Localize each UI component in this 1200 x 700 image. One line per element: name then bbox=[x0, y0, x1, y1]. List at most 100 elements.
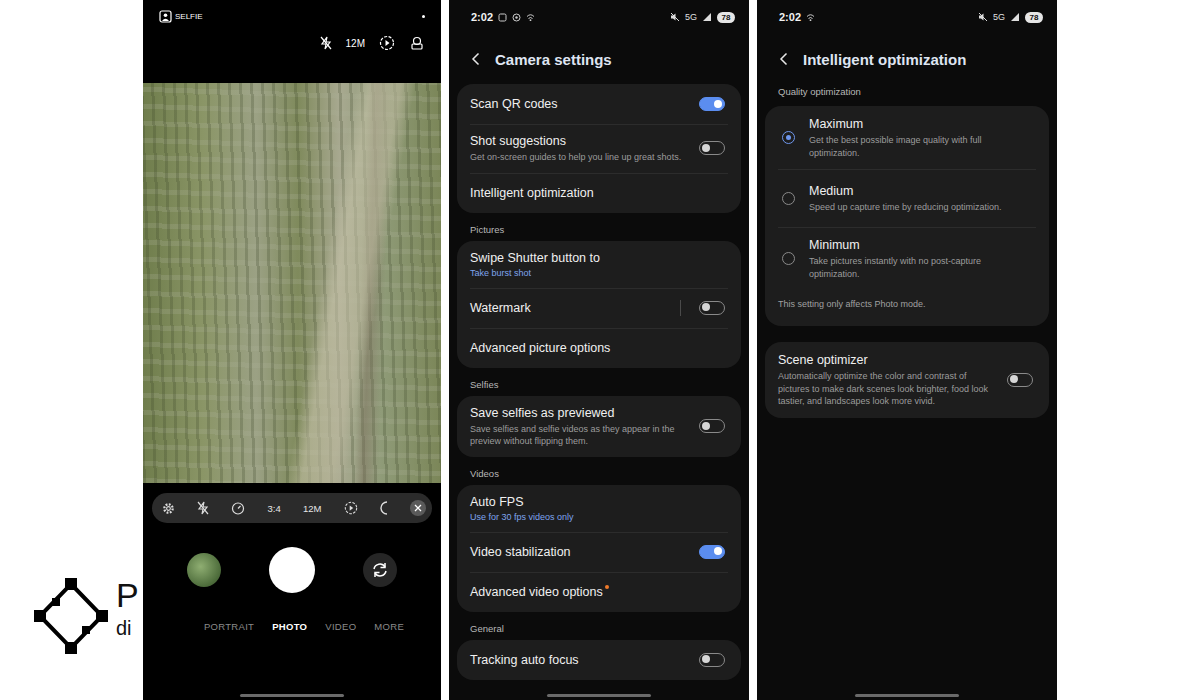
settings-row[interactable]: Advanced picture options bbox=[457, 328, 741, 368]
toggle-switch[interactable] bbox=[1007, 373, 1033, 387]
clock: 2:02 bbox=[471, 11, 493, 23]
quick-setting-button[interactable]: 12M bbox=[303, 503, 321, 514]
option-description: Get the best possible image quality with… bbox=[809, 134, 1033, 159]
radio-button[interactable] bbox=[782, 192, 795, 205]
settings-card: Swipe Shutter button toTake burst shot Wa… bbox=[457, 241, 741, 368]
camera-screen: SELFIE 12M 3:4 12M PORTRAIT PHOTO VIDEO MORE bbox=[143, 0, 441, 700]
settings-row[interactable]: Intelligent optimization bbox=[457, 173, 741, 213]
setting-label: Auto FPS bbox=[470, 494, 725, 510]
setting-label: Watermark bbox=[470, 300, 672, 316]
settings-row[interactable]: Tracking auto focus bbox=[457, 640, 741, 680]
shutter-button[interactable] bbox=[269, 547, 315, 593]
mute-icon bbox=[978, 12, 988, 22]
notification-icon bbox=[498, 13, 507, 22]
close-icon bbox=[414, 504, 422, 512]
setting-label: Advanced video options bbox=[470, 584, 725, 600]
settings-row[interactable]: Advanced video options bbox=[457, 572, 741, 612]
toggle-switch[interactable] bbox=[699, 301, 725, 315]
quality-option[interactable]: MinimumTake pictures instantly with no p… bbox=[765, 227, 1049, 290]
status-bar: 2:02 5G 78 bbox=[449, 0, 749, 34]
camera-top-bar: SELFIE 12M bbox=[143, 0, 441, 83]
home-indicator bbox=[855, 694, 959, 697]
settings-row[interactable]: Video stabilization bbox=[457, 532, 741, 572]
quality-card: MaximumGet the best possible image quali… bbox=[765, 106, 1049, 326]
page-title: Camera settings bbox=[495, 51, 612, 68]
network-type: 5G bbox=[685, 12, 697, 22]
status-bar: 2:025G78 bbox=[757, 0, 1057, 34]
back-arrow-icon[interactable] bbox=[779, 52, 789, 66]
setting-value: Use for 30 fps videos only bbox=[470, 511, 725, 523]
setting-description: Save selfies and selfie videos as they a… bbox=[470, 423, 691, 448]
option-description: Speed up capture time by reducing optimi… bbox=[809, 201, 1033, 214]
quality-option[interactable]: MediumSpeed up capture time by reducing … bbox=[765, 169, 1049, 227]
notification-icon bbox=[512, 13, 521, 22]
mode-tab[interactable]: PHOTO bbox=[272, 621, 307, 632]
section-heading: Quality optimization bbox=[757, 84, 1057, 106]
settings-group: Scan QR codes Shot suggestionsGet on-scre… bbox=[449, 84, 749, 213]
battery-level: 78 bbox=[717, 12, 735, 23]
settings-row[interactable]: Shot suggestionsGet on-screen guides to … bbox=[457, 124, 741, 173]
settings-row[interactable]: Scene optimizerAutomatically optimize th… bbox=[765, 342, 1049, 418]
intelligent-optimization-screen: 2:025G78Intelligent optimizationQuality … bbox=[757, 0, 1057, 700]
section-heading: Pictures bbox=[449, 213, 749, 241]
radio-button[interactable] bbox=[782, 131, 795, 144]
flash-off-icon[interactable] bbox=[197, 501, 209, 515]
mode-tab[interactable]: MORE bbox=[374, 621, 404, 632]
settings-card: Save selfies as previewed Save selfies an… bbox=[457, 396, 741, 457]
note-text: This setting only affects Photo mode. bbox=[765, 290, 1049, 326]
divider bbox=[680, 300, 681, 316]
page: Pdi SELFIE 12M 3:4 12M PORTRAIT PHOTO VIDEO MORE… bbox=[0, 0, 1200, 700]
page-header: Intelligent optimization bbox=[757, 34, 1057, 84]
camera-settings-screen: 2:02 5G 78 Camera settings Scan QR codes Shot… bbox=[449, 0, 749, 700]
motion-photo-icon[interactable] bbox=[379, 35, 395, 51]
page-header: Camera settings bbox=[449, 34, 749, 84]
close-button[interactable] bbox=[410, 500, 426, 516]
filter-icon[interactable] bbox=[409, 35, 425, 51]
section-heading: Selfies bbox=[449, 368, 749, 396]
settings-row[interactable]: Scan QR codes bbox=[457, 84, 741, 124]
setting-label: Tracking auto focus bbox=[470, 652, 691, 668]
signal-icon bbox=[702, 12, 712, 22]
home-indicator bbox=[240, 694, 344, 697]
mode-tab[interactable]: VIDEO bbox=[325, 621, 356, 632]
toggle-switch[interactable] bbox=[699, 419, 725, 433]
gallery-thumbnail[interactable] bbox=[187, 553, 221, 587]
logo-subword: di bbox=[116, 618, 139, 638]
mute-icon bbox=[670, 12, 680, 22]
settings-row[interactable]: Save selfies as previewed Save selfies an… bbox=[457, 396, 741, 457]
toggle-switch[interactable] bbox=[699, 653, 725, 667]
shutter-row bbox=[143, 545, 441, 595]
timer-icon[interactable] bbox=[231, 501, 245, 515]
toggle-switch[interactable] bbox=[699, 545, 725, 559]
switch-camera-button[interactable] bbox=[363, 553, 397, 587]
motion-photo-icon[interactable] bbox=[344, 501, 358, 515]
resolution-button[interactable]: 12M bbox=[346, 38, 365, 49]
indicator-dot bbox=[422, 15, 425, 18]
mode-tab[interactable]: PORTRAIT bbox=[204, 621, 254, 632]
settings-row[interactable]: Swipe Shutter button toTake burst shot bbox=[457, 241, 741, 288]
radio-button[interactable] bbox=[782, 252, 795, 265]
selfie-icon bbox=[159, 10, 172, 23]
clock: 2:02 bbox=[779, 11, 801, 23]
more-options-icon[interactable] bbox=[380, 501, 388, 515]
settings-row[interactable]: Auto FPSUse for 30 fps videos only bbox=[457, 485, 741, 532]
setting-label: Scan QR codes bbox=[470, 96, 691, 112]
settings-row[interactable]: Watermark bbox=[457, 288, 741, 328]
back-arrow-icon[interactable] bbox=[471, 52, 481, 66]
toggle-switch[interactable] bbox=[699, 97, 725, 111]
logo-text: Pdi bbox=[116, 578, 139, 638]
toggle-switch[interactable] bbox=[699, 141, 725, 155]
flash-off-icon[interactable] bbox=[320, 36, 332, 50]
camera-viewfinder[interactable] bbox=[143, 83, 441, 483]
quick-setting-button[interactable]: 3:4 bbox=[268, 503, 281, 514]
gear-icon[interactable] bbox=[162, 502, 175, 515]
mode-tabs: PORTRAIT PHOTO VIDEO MORE bbox=[143, 621, 441, 632]
switch-camera-icon bbox=[370, 560, 390, 580]
diamond-logo-icon bbox=[34, 578, 108, 654]
quick-settings-bar: 3:4 12M bbox=[152, 493, 432, 523]
setting-label: Save selfies as previewed bbox=[470, 405, 691, 421]
quality-option[interactable]: MaximumGet the best possible image quali… bbox=[765, 106, 1049, 169]
camera-controls: 3:4 12M PORTRAIT PHOTO VIDEO MORE bbox=[143, 483, 441, 700]
selfie-button[interactable]: SELFIE bbox=[159, 10, 203, 23]
settings-group: VideosAuto FPSUse for 30 fps videos only… bbox=[449, 457, 749, 612]
